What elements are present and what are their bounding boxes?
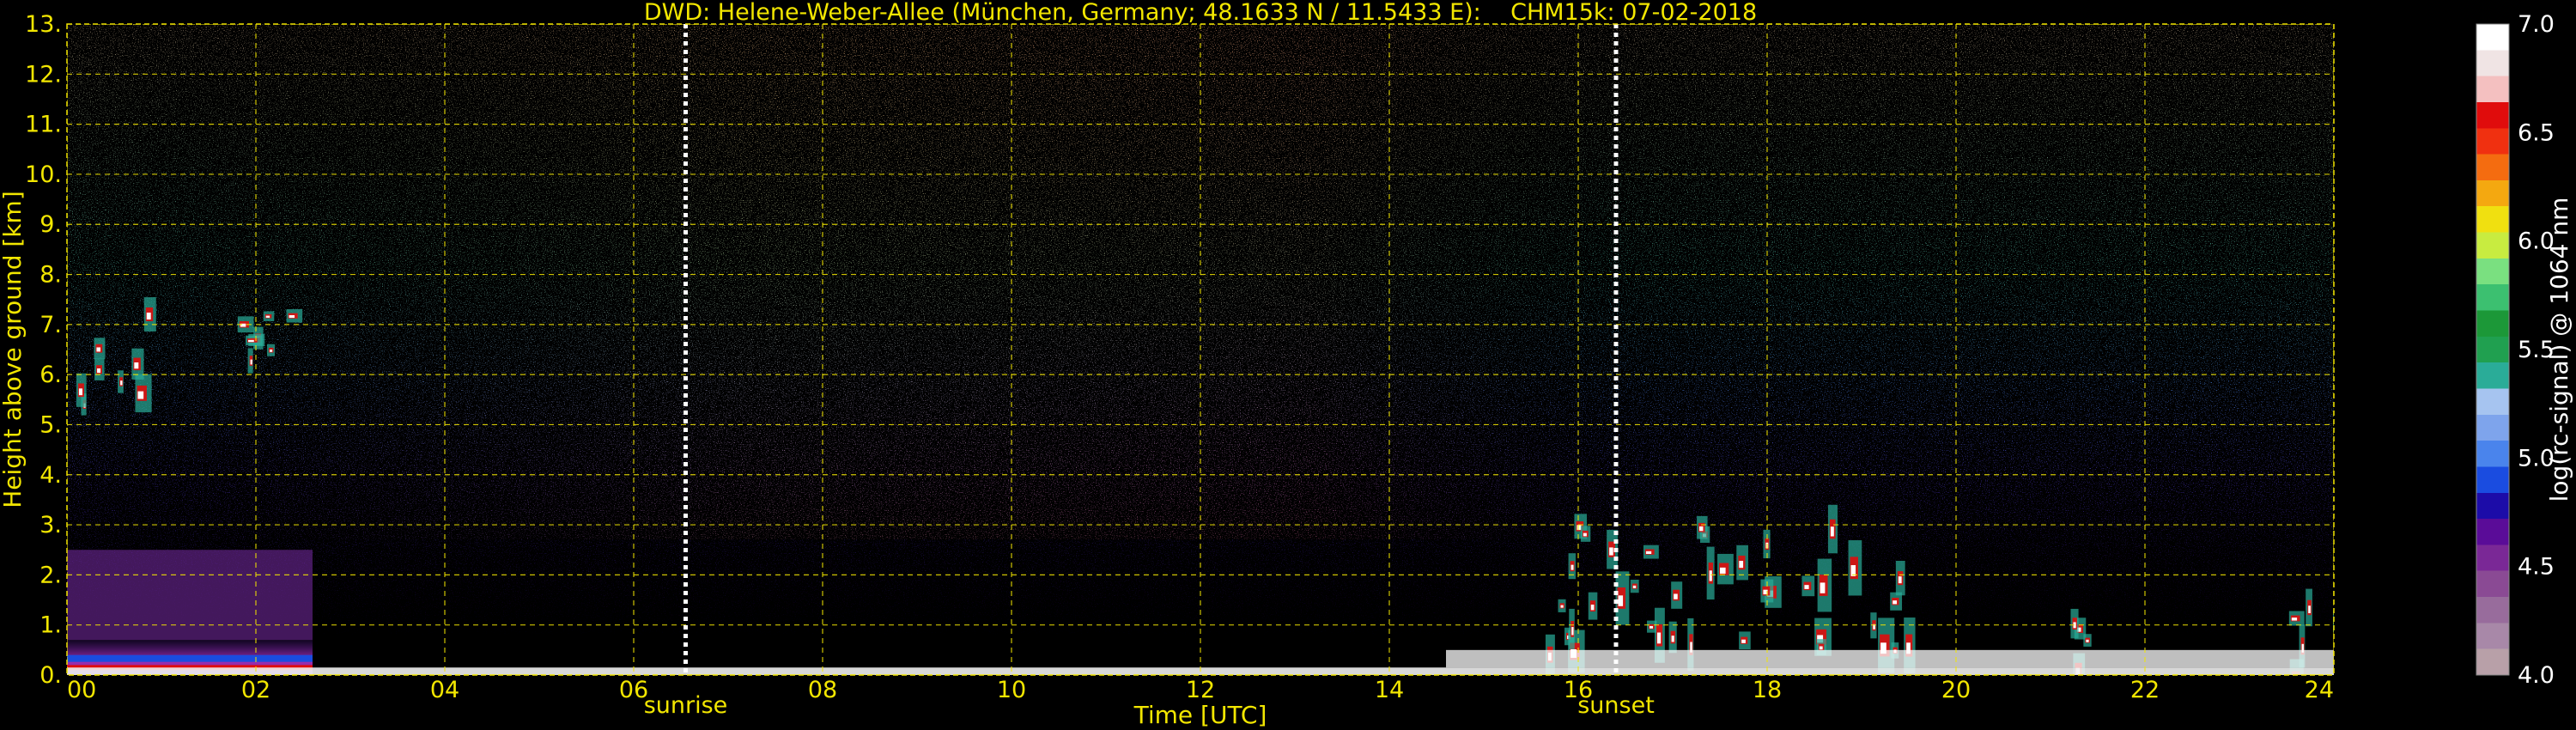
- y-tick-label: 9.: [39, 211, 62, 238]
- x-tick-label: 08: [808, 677, 837, 703]
- cloud-core: [2291, 617, 2298, 621]
- cloud-core: [289, 314, 295, 319]
- x-tick-label: 14: [1375, 677, 1404, 703]
- cloud-core: [1819, 646, 1823, 650]
- y-tick-label: 1.: [39, 612, 62, 639]
- x-tick-label: 12: [1186, 677, 1215, 703]
- y-tick-label: 5.: [39, 411, 62, 438]
- cloud-core: [1656, 632, 1662, 644]
- colorbar-tick-label: 7.0: [2518, 11, 2555, 38]
- x-tick-label: 10: [997, 677, 1026, 703]
- boundary-layer-haze: [67, 550, 313, 641]
- colorbar-tick-label: 6.5: [2518, 119, 2555, 146]
- cloud-core: [120, 380, 123, 386]
- cloud-core: [2308, 605, 2311, 613]
- cloud-core: [2336, 620, 2341, 624]
- cloud-core: [1571, 564, 1574, 570]
- x-tick-label: 00: [67, 677, 96, 703]
- ceilometer-figure: DWD: Helene-Weber-Allee (München, German…: [0, 0, 2573, 729]
- cloud-core: [1632, 585, 1637, 588]
- cloud-core: [248, 339, 254, 343]
- y-tick-label: 7.: [39, 312, 62, 338]
- x-tick-label: 24: [2305, 677, 2334, 703]
- cloud-core: [134, 362, 139, 369]
- colorbar-bar: [2476, 23, 2510, 676]
- cloud-core: [1618, 595, 1624, 606]
- sun-event-label: sunset: [1577, 692, 1655, 719]
- cloud-core: [1560, 605, 1564, 608]
- y-tick-label: 2.: [39, 562, 62, 588]
- y-tick-label: 12.: [25, 61, 62, 88]
- y-tick-label: 10.: [25, 161, 62, 188]
- cloud-core: [1699, 526, 1704, 532]
- y-tick-label: 3.: [39, 512, 62, 538]
- cloud-core: [1804, 585, 1809, 589]
- cloud-core: [97, 368, 101, 374]
- cloud-core: [146, 313, 151, 319]
- y-tick-label: 11.: [25, 112, 62, 138]
- x-tick-label: 18: [1753, 677, 1782, 703]
- cloud-layer: [2333, 611, 2334, 633]
- cloud-core: [1645, 551, 1652, 555]
- x-axis-label: Time [UTC]: [1133, 701, 1267, 729]
- cloud-core: [1741, 639, 1746, 643]
- cloud-core: [78, 388, 83, 396]
- y-tick-label: 8.: [39, 262, 62, 289]
- cloud-core: [96, 347, 100, 352]
- x-tick-label: 20: [1941, 677, 1971, 703]
- cloud-core: [1820, 582, 1826, 593]
- cloud-core: [1671, 636, 1674, 642]
- cloud-core: [1830, 526, 1834, 537]
- cloud-core: [1577, 525, 1582, 531]
- x-tick-label: 22: [2130, 677, 2160, 703]
- cloud-core: [2335, 617, 2344, 626]
- cloud-core: [250, 359, 252, 365]
- colorbar-label: log(rc-signal) @ 1064 nm: [2545, 198, 2573, 502]
- cloud-core: [1709, 570, 1712, 581]
- cloud-core: [2293, 677, 2298, 684]
- boundary-layer-band: [67, 654, 313, 662]
- chart-title: DWD: Helene-Weber-Allee (München, German…: [644, 0, 1757, 26]
- y-axis-ticks: 0. 1. 2. 3. 4. 5. 6. 7. 8. 9. 10. 11. 12. 13.: [25, 11, 62, 689]
- x-tick-label: 02: [241, 677, 270, 703]
- cloud-core: [1609, 547, 1613, 556]
- cloud-core: [1898, 576, 1902, 584]
- x-axis-ticks: 00 02 04 06 08 10 12 14 16 18 20 22 24: [67, 677, 2334, 703]
- cloud-core: [1674, 593, 1678, 599]
- cloud-core: [137, 391, 144, 399]
- cloud-core: [265, 315, 270, 318]
- surface-return: [1446, 649, 2334, 668]
- cloud-core: [2086, 639, 2089, 642]
- y-tick-label: 6.: [39, 362, 62, 388]
- cloud-core: [1583, 532, 1587, 537]
- y-tick-label: 4.: [39, 462, 62, 489]
- cloud-core: [1649, 625, 1654, 629]
- cloud-core: [269, 350, 273, 352]
- cloud-core: [1590, 605, 1595, 611]
- cloud-core: [1571, 627, 1574, 636]
- cloud-core: [1720, 567, 1726, 574]
- y-tick-label: 13.: [25, 11, 62, 38]
- colorbar: 4.04.55.05.56.06.57.0 log(rc-signal) @ 1…: [2476, 11, 2573, 689]
- y-axis-label: Height above ground [km]: [0, 191, 27, 508]
- colorbar-tick-label: 4.0: [2518, 662, 2555, 689]
- plot-area: [67, 24, 2344, 684]
- cloud-core: [1739, 561, 1744, 569]
- colorbar-tick-label: 4.5: [2518, 554, 2555, 581]
- cloud-core: [1893, 600, 1898, 605]
- sun-event-label: sunrise: [644, 692, 728, 719]
- y-tick-label: 0.: [39, 662, 62, 689]
- x-tick-label: 04: [430, 677, 459, 703]
